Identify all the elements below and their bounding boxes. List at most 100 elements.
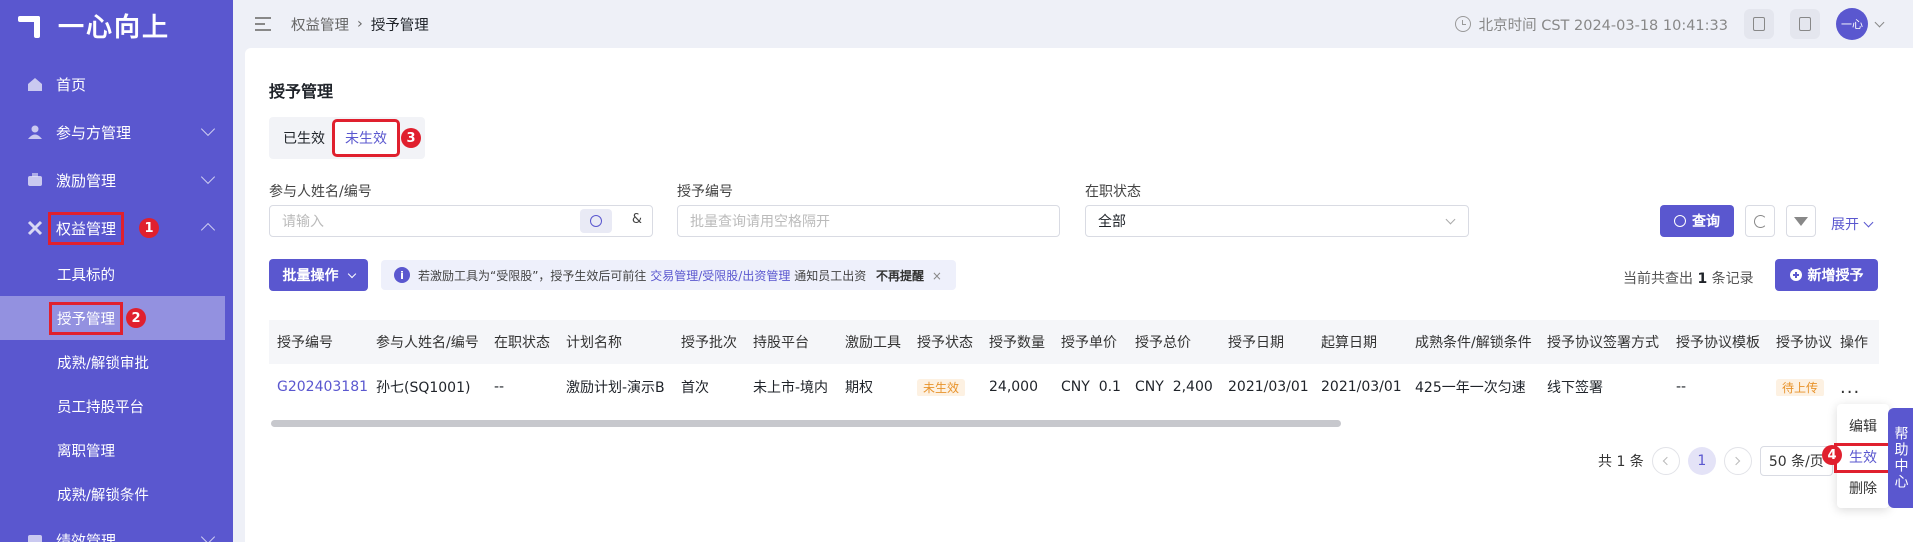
- chevron-down-icon: [1863, 217, 1874, 227]
- reset-button[interactable]: [1745, 205, 1775, 237]
- breadcrumb-current: 授予管理: [370, 17, 429, 34]
- page-title: 授予管理: [269, 82, 334, 101]
- expand-filters-link[interactable]: 展开: [1831, 214, 1874, 234]
- sidebar-item-equity[interactable]: 权益管理 1: [0, 204, 233, 252]
- sidebar-item-label: 绩效管理: [56, 531, 117, 542]
- avatar[interactable]: 一心: [1836, 8, 1868, 40]
- grants-table: 授予编号 参与人姓名/编号 在职状态 计划名称 授予批次 持股平台 激励工具 授…: [269, 320, 1879, 410]
- filter-button[interactable]: [1786, 205, 1816, 237]
- column-header: 授予协议签署方式: [1547, 335, 1659, 351]
- page-number-button[interactable]: 1: [1687, 447, 1716, 475]
- sidebar-nav: 首页 参与方管理 激励管理 权益管理 1 工具标的 授予管理 2 成熟/解锁审批…: [0, 60, 233, 542]
- table-cell: 未生效: [909, 378, 981, 396]
- table-cell: 未上市-境内: [753, 380, 829, 396]
- add-grant-button[interactable]: 新增授予: [1775, 259, 1878, 291]
- column-header: 操作: [1840, 335, 1868, 351]
- menu-item-activate[interactable]: 生效: [1834, 443, 1892, 473]
- notice-prefix: 若激励工具为“受限股”，授予生效后可前往: [418, 268, 647, 283]
- sidebar-subitem-label: 离职管理: [57, 443, 115, 460]
- table-cell: CNY 0.1: [1061, 379, 1121, 395]
- brand-logo[interactable]: 一心向上: [18, 8, 170, 43]
- agreement-status-badge: 待上传: [1776, 378, 1825, 396]
- participant-filter-input[interactable]: 请输入 &: [269, 205, 653, 237]
- clock-icon: [1454, 16, 1471, 32]
- filter-icon: [1794, 216, 1808, 226]
- pagination-total: 共 1 条: [1598, 454, 1644, 470]
- table-cell: CNY 2,400: [1135, 379, 1213, 395]
- count-value: 1: [1697, 271, 1708, 287]
- column-header: 授予状态: [917, 335, 973, 351]
- sidebar-subitem-grant-management[interactable]: 授予管理 2: [0, 296, 225, 340]
- tab-not-effective[interactable]: 未生效: [332, 119, 400, 157]
- help-center-tab[interactable]: 帮助中心: [1888, 408, 1913, 508]
- breadcrumb-separator-icon: ›: [357, 16, 363, 32]
- column-header: 在职状态: [494, 335, 550, 351]
- breadcrumb: 权益管理 › 授予管理: [291, 14, 429, 35]
- sidebar-subitem-esop-platform[interactable]: 员工持股平台: [0, 384, 233, 428]
- batch-label: 批量操作: [282, 268, 339, 284]
- tab-effective[interactable]: 已生效: [273, 122, 335, 154]
- sidebar-subitem-vesting-approval[interactable]: 成熟/解锁审批: [0, 340, 233, 384]
- chevron-left-icon: [1663, 456, 1672, 466]
- column-header: 授予总价: [1135, 335, 1191, 351]
- table-cell: --: [494, 379, 505, 395]
- column-header: 授予批次: [681, 335, 737, 351]
- column-header: 起算日期: [1321, 335, 1377, 351]
- scrollbar-thumb[interactable]: [271, 420, 1341, 427]
- grant-no-input-placeholder: 批量查询请用空格隔开: [690, 214, 830, 230]
- employment-filter-select[interactable]: 全部: [1085, 205, 1469, 237]
- notice-link[interactable]: 交易管理/受限股/出资管理: [650, 269, 790, 283]
- sidebar-subitem-label: 工具标的: [57, 267, 115, 284]
- sidebar-item-home[interactable]: 首页: [0, 60, 233, 108]
- sidebar-subitem-label: 成熟/解锁审批: [57, 355, 149, 372]
- sidebar-item-performance[interactable]: 绩效管理: [0, 516, 233, 542]
- logo-mark-icon: [18, 10, 48, 40]
- participant-search-mode-icon[interactable]: [580, 209, 612, 233]
- count-prefix: 当前共查出: [1623, 271, 1693, 287]
- refresh-icon: [1753, 214, 1767, 228]
- dont-remind-button[interactable]: 不再提醒: [876, 269, 924, 283]
- column-header: 持股平台: [753, 335, 809, 351]
- grant-no-link[interactable]: G202403181: [269, 379, 368, 395]
- grant-no-filter-label: 授予编号: [677, 184, 733, 200]
- table-cell: 首次: [681, 380, 709, 396]
- table-horizontal-scrollbar[interactable]: [269, 418, 1879, 428]
- clipboard-button[interactable]: [1744, 9, 1774, 39]
- home-icon: [26, 75, 44, 93]
- sidebar-subitem-tools[interactable]: 工具标的: [0, 252, 233, 296]
- grant-no-filter-input[interactable]: 批量查询请用空格隔开: [677, 205, 1060, 237]
- server-time: 北京时间 CST 2024-03-18 10:41:33: [1454, 14, 1728, 35]
- column-header: 参与人姓名/编号: [376, 335, 479, 351]
- chevron-down-icon[interactable]: [1874, 17, 1885, 27]
- sidebar-subitem-vesting-conditions[interactable]: 成熟/解锁条件: [0, 472, 233, 516]
- sidebar-subitem-label: 成熟/解锁条件: [57, 487, 149, 504]
- shirt-button[interactable]: [1790, 9, 1820, 39]
- count-suffix: 条记录: [1711, 271, 1754, 287]
- participant-input-placeholder: 请输入: [282, 214, 324, 230]
- table-cell: 2021/03/01: [1321, 379, 1402, 395]
- breadcrumb-item[interactable]: 权益管理: [291, 14, 349, 35]
- prev-page-button[interactable]: [1651, 447, 1680, 475]
- sidebar-item-label: 激励管理: [56, 171, 117, 190]
- next-page-button[interactable]: [1723, 447, 1752, 475]
- collapse-menu-icon[interactable]: [255, 17, 271, 31]
- shirt-icon: [1799, 17, 1811, 31]
- sidebar-item-incentive[interactable]: 激励管理: [0, 156, 233, 204]
- column-header: 授予编号: [277, 335, 333, 351]
- sidebar-subitem-resignation[interactable]: 离职管理: [0, 428, 233, 472]
- server-time-text: 北京时间 CST 2024-03-18 10:41:33: [1478, 17, 1728, 34]
- column-header: 授予单价: [1061, 335, 1117, 351]
- close-icon[interactable]: ×: [932, 269, 942, 283]
- query-button[interactable]: 查询: [1660, 205, 1734, 237]
- column-header: 授予协议: [1776, 335, 1832, 351]
- batch-operations-button[interactable]: 批量操作: [269, 259, 368, 291]
- sidebar-subitem-label: 员工持股平台: [57, 399, 144, 416]
- sidebar-item-participants[interactable]: 参与方管理: [0, 108, 233, 156]
- participant-link-icon[interactable]: &: [632, 212, 642, 227]
- equity-icon: [26, 219, 44, 237]
- menu-item-edit[interactable]: 编辑: [1837, 416, 1889, 436]
- menu-item-delete[interactable]: 删除: [1837, 478, 1889, 498]
- row-more-button[interactable]: ...: [1832, 377, 1878, 398]
- table-cell: 425一年一次匀速: [1415, 380, 1526, 396]
- table-cell: 24,000: [989, 379, 1038, 395]
